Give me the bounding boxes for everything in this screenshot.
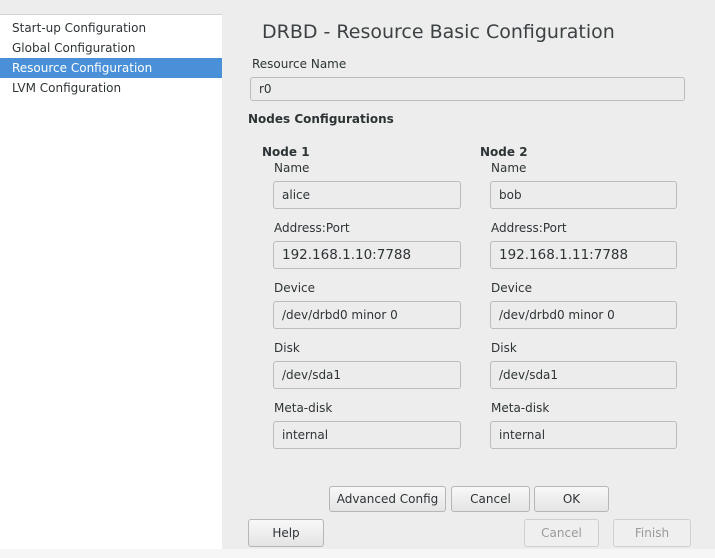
cancel-button[interactable]: Cancel: [524, 519, 599, 547]
node1-device-input[interactable]: [273, 301, 461, 329]
node1-address-input[interactable]: [273, 241, 461, 269]
node2-address-label: Address:Port: [491, 221, 567, 235]
node2-metadisk-label: Meta-disk: [491, 401, 550, 415]
node2-name-input[interactable]: [490, 181, 677, 209]
nodes-configurations-label: Nodes Configurations: [248, 112, 394, 126]
node2-metadisk-input[interactable]: [490, 421, 677, 449]
node1-device-label: Device: [274, 281, 316, 295]
node2-device-input[interactable]: [490, 301, 677, 329]
cancel-inner-button[interactable]: Cancel: [451, 486, 530, 512]
node1-heading: Node 1: [262, 145, 310, 159]
node2-heading: Node 2: [480, 145, 528, 159]
page-title: DRBD - Resource Basic Configuration: [262, 21, 615, 43]
navigation-sidebar: Start-up Configuration Global Configurat…: [0, 14, 222, 551]
finish-button[interactable]: Finish: [613, 519, 691, 547]
node1-disk-label: Disk: [274, 341, 300, 355]
resource-name-input[interactable]: [250, 77, 685, 101]
advanced-config-button[interactable]: Advanced Config: [329, 486, 446, 512]
node2-device-label: Device: [491, 281, 533, 295]
node2-disk-input[interactable]: [490, 361, 677, 389]
sidebar-item-resource-configuration[interactable]: Resource Configuration: [0, 58, 222, 78]
node2-name-label: Name: [491, 161, 527, 175]
sidebar-item-global-configuration[interactable]: Global Configuration: [0, 38, 222, 58]
window-bottom-edge: [0, 549, 715, 558]
sidebar-item-startup-configuration[interactable]: Start-up Configuration: [0, 18, 222, 38]
node1-metadisk-label: Meta-disk: [274, 401, 333, 415]
node2-address-input[interactable]: [490, 241, 677, 269]
resource-name-label: Resource Name: [252, 57, 347, 71]
node1-name-input[interactable]: [273, 181, 461, 209]
node1-metadisk-input[interactable]: [273, 421, 461, 449]
node1-name-label: Name: [274, 161, 310, 175]
node2-disk-label: Disk: [491, 341, 517, 355]
help-button[interactable]: Help: [248, 519, 324, 547]
sidebar-item-lvm-configuration[interactable]: LVM Configuration: [0, 78, 222, 98]
ok-button[interactable]: OK: [534, 486, 609, 512]
node1-address-label: Address:Port: [274, 221, 350, 235]
node1-disk-input[interactable]: [273, 361, 461, 389]
